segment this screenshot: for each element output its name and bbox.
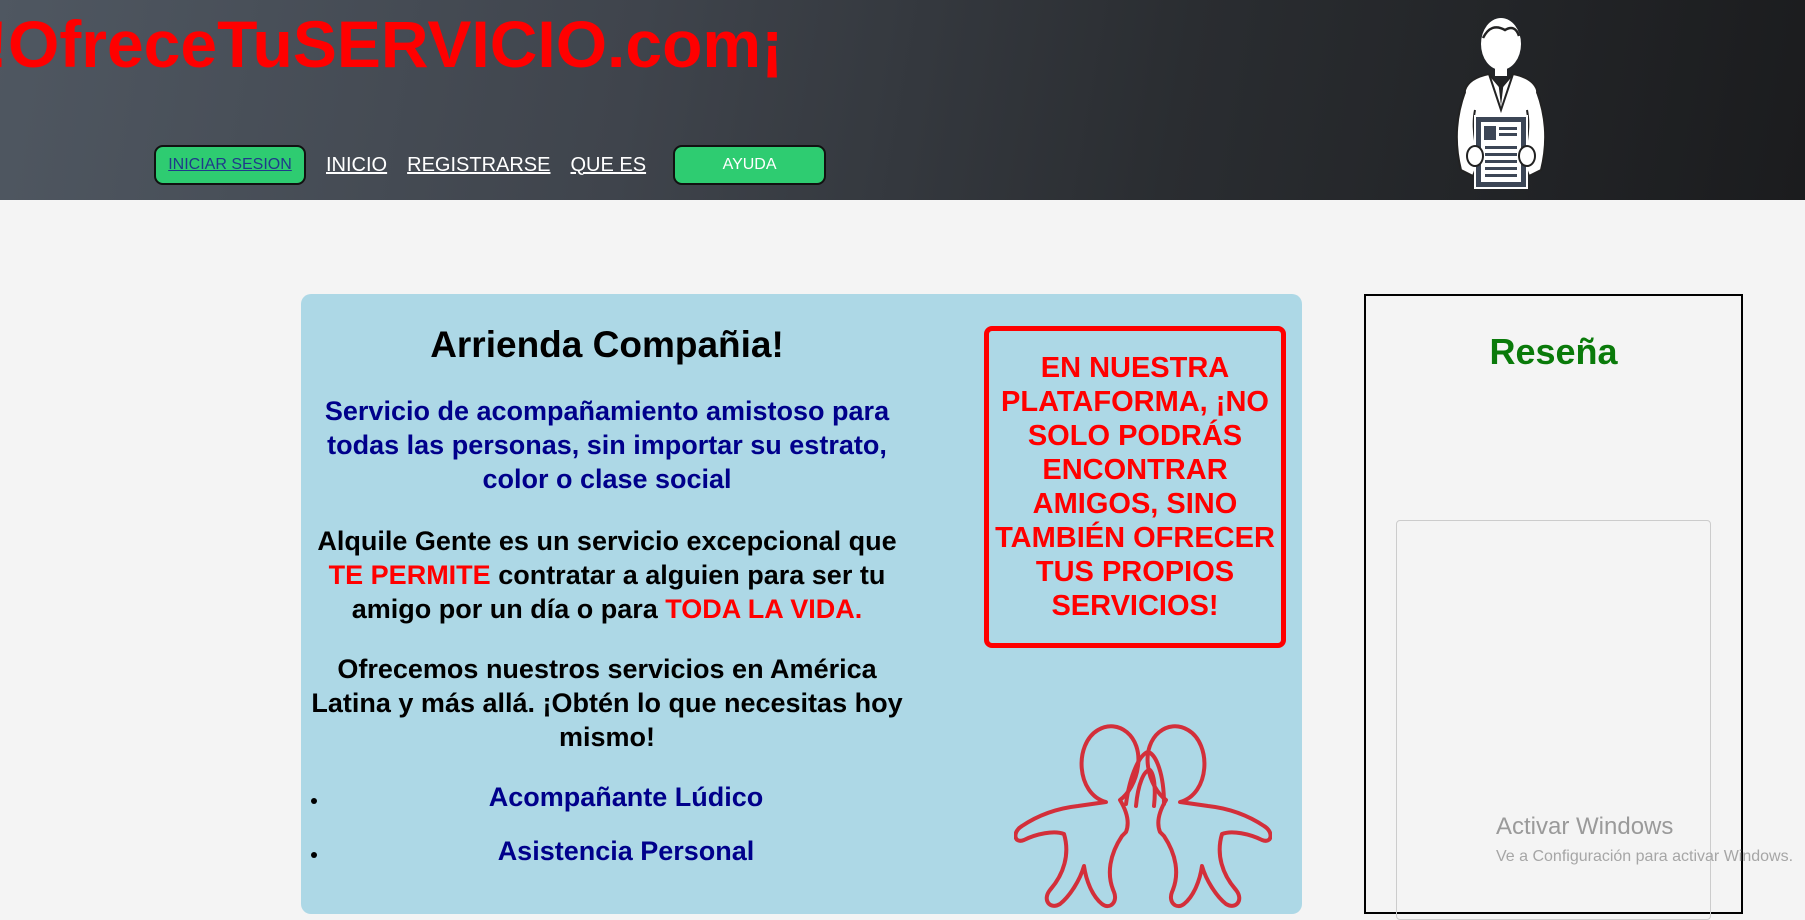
nav-link-inicio[interactable]: INICIO [326,154,387,177]
highlight-toda-la-vida: TODA LA VIDA. [665,594,863,624]
main-content-box: Arrienda Compañia! Servicio de acompañam… [301,294,1302,914]
description-text-1: Alquile Gente es un servicio excepcional… [317,526,897,556]
services-list: Acompañante Lúdico Asistencia Personal [301,780,913,868]
description-paragraph: Alquile Gente es un servicio excepcional… [311,524,903,626]
login-button[interactable]: INICIAR SESION [154,145,306,185]
main-text-column: Arrienda Compañia! Servicio de acompañam… [301,294,913,888]
coverage-paragraph: Ofrecemos nuestros servicios en América … [311,654,903,752]
businessman-with-cv-icon [1455,18,1547,189]
site-title: !OfreceTuSERVICIO.com¡ [0,7,784,81]
nav-link-registrarse[interactable]: REGISTRARSE [407,154,550,177]
promo-text: EN NUESTRA PLATAFORMA, ¡NO SOLO PODRÁS E… [995,352,1275,622]
windows-activation-watermark-title: Activar Windows [1496,813,1674,840]
service-item-ludico: Acompañante Lúdico [329,780,913,814]
service-item-asistencia: Asistencia Personal [329,834,913,868]
main-subtitle: Servicio de acompañamiento amistoso para… [324,396,890,494]
site-header: !OfreceTuSERVICIO.com¡ INICIAR SESION IN… [0,0,1805,200]
windows-activation-watermark-subtitle: Ve a Configuración para activar Windows. [1496,848,1794,865]
help-button[interactable]: AYUDA [673,145,827,185]
nav-link-que-es[interactable]: QUE ES [570,154,646,177]
main-heading: Arrienda Compañia! [430,324,784,365]
promo-box: EN NUESTRA PLATAFORMA, ¡NO SOLO PODRÁS E… [984,326,1286,648]
main-nav: INICIAR SESION INICIO REGISTRARSE QUE ES… [154,143,827,187]
highlight-te-permite: TE PERMITE [328,560,491,590]
review-title: Reseña [1489,331,1618,372]
friends-hug-icon [1014,724,1272,909]
